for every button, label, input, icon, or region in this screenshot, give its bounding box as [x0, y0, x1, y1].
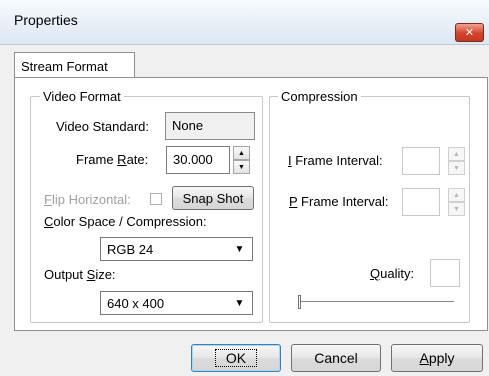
p-frame-interval-label-rest: Frame Interval: [297, 194, 389, 209]
quality-slider-track [298, 301, 454, 303]
chevron-down-icon: ▼ [234, 244, 245, 255]
frame-rate-value: 30.000 [173, 152, 213, 167]
i-frame-up-button[interactable]: ▲ [448, 147, 465, 161]
ok-label: OK [214, 349, 258, 367]
frame-rate-up-button[interactable]: ▲ [233, 146, 250, 160]
spin-down-icon: ▼ [453, 164, 460, 172]
spin-up-icon: ▲ [453, 191, 460, 199]
tab-stream-format[interactable]: Stream Format [14, 52, 135, 78]
p-frame-interval-input[interactable] [402, 188, 440, 216]
quality-label: Quality: [370, 266, 414, 281]
flip-horizontal-label: Flip Horizontal: [44, 192, 131, 207]
spin-up-icon: ▲ [238, 149, 245, 157]
quality-label-accel: Q [370, 266, 381, 281]
spin-up-icon: ▲ [453, 150, 460, 158]
i-frame-interval-label-rest: Frame Interval: [291, 153, 383, 168]
quality-slider-thumb[interactable] [298, 295, 301, 309]
flip-horizontal-checkbox[interactable] [150, 193, 162, 205]
snap-shot-label: Snap Shot [182, 190, 244, 206]
color-space-label: Color Space / Compression: [44, 214, 207, 229]
frame-rate-label: Frame Rate: [76, 152, 148, 167]
apply-label: Apply [419, 350, 454, 366]
p-frame-interval-label: P Frame Interval: [289, 194, 388, 209]
i-frame-interval-input[interactable] [402, 147, 440, 175]
video-standard-value: None [172, 118, 204, 133]
window-title: Properties [14, 12, 78, 28]
i-frame-down-button[interactable]: ▼ [448, 161, 465, 175]
color-space-value: RGB 24 [107, 242, 154, 257]
frame-rate-down-button[interactable]: ▼ [233, 160, 250, 174]
frame-rate-label-prefix: Frame [76, 152, 118, 167]
ok-button[interactable]: OK [191, 344, 281, 372]
frame-rate-label-suffix: ate: [126, 152, 149, 167]
p-frame-down-button[interactable]: ▼ [448, 202, 465, 216]
video-format-group-label: Video Format [40, 89, 124, 104]
cancel-label: Cancel [314, 350, 358, 366]
output-size-label-prefix: Output [44, 267, 87, 282]
output-size-label-accel: S [86, 267, 96, 282]
apply-label-accel: A [419, 350, 429, 366]
spin-down-icon: ▼ [453, 205, 460, 213]
close-icon: ✕ [464, 27, 475, 39]
output-size-value: 640 x 400 [107, 296, 165, 311]
i-frame-interval-spinner[interactable]: ▲ ▼ [448, 147, 465, 175]
cancel-button[interactable]: Cancel [291, 344, 381, 372]
p-frame-interval-spinner[interactable]: ▲ ▼ [448, 188, 465, 216]
spin-down-icon: ▼ [238, 163, 245, 171]
color-space-label-accel: C [44, 214, 54, 229]
output-size-select[interactable]: 640 x 400 ▼ [100, 291, 253, 315]
title-bar[interactable]: Properties ✕ [0, 0, 489, 45]
color-space-select[interactable]: RGB 24 ▼ [100, 237, 253, 261]
close-button[interactable]: ✕ [455, 23, 484, 42]
p-frame-up-button[interactable]: ▲ [448, 188, 465, 202]
apply-button[interactable]: Apply [391, 344, 483, 372]
compression-group-label: Compression [278, 89, 361, 104]
flip-horizontal-label-accel: F [44, 192, 52, 207]
video-standard-label: Video Standard: [56, 119, 149, 134]
flip-horizontal-label-rest: lip Horizontal: [51, 192, 131, 207]
frame-rate-input[interactable]: 30.000 [166, 146, 230, 174]
output-size-label-suffix: ize: [95, 267, 116, 282]
tab-label: Stream Format [21, 59, 108, 74]
output-size-label: Output Size: [44, 267, 116, 282]
quality-label-rest: uality: [380, 266, 415, 281]
chevron-down-icon: ▼ [234, 298, 245, 309]
snap-shot-button[interactable]: Snap Shot [172, 186, 254, 210]
quality-input[interactable] [430, 259, 460, 287]
apply-label-rest: pply [428, 350, 455, 366]
frame-rate-spinner[interactable]: ▲ ▼ [233, 146, 250, 174]
i-frame-interval-label: I Frame Interval: [288, 153, 383, 168]
video-standard-field: None [165, 112, 255, 140]
frame-rate-label-accel: R [117, 152, 127, 167]
quality-slider[interactable] [298, 293, 454, 311]
color-space-label-rest: olor Space / Compression: [53, 214, 207, 229]
